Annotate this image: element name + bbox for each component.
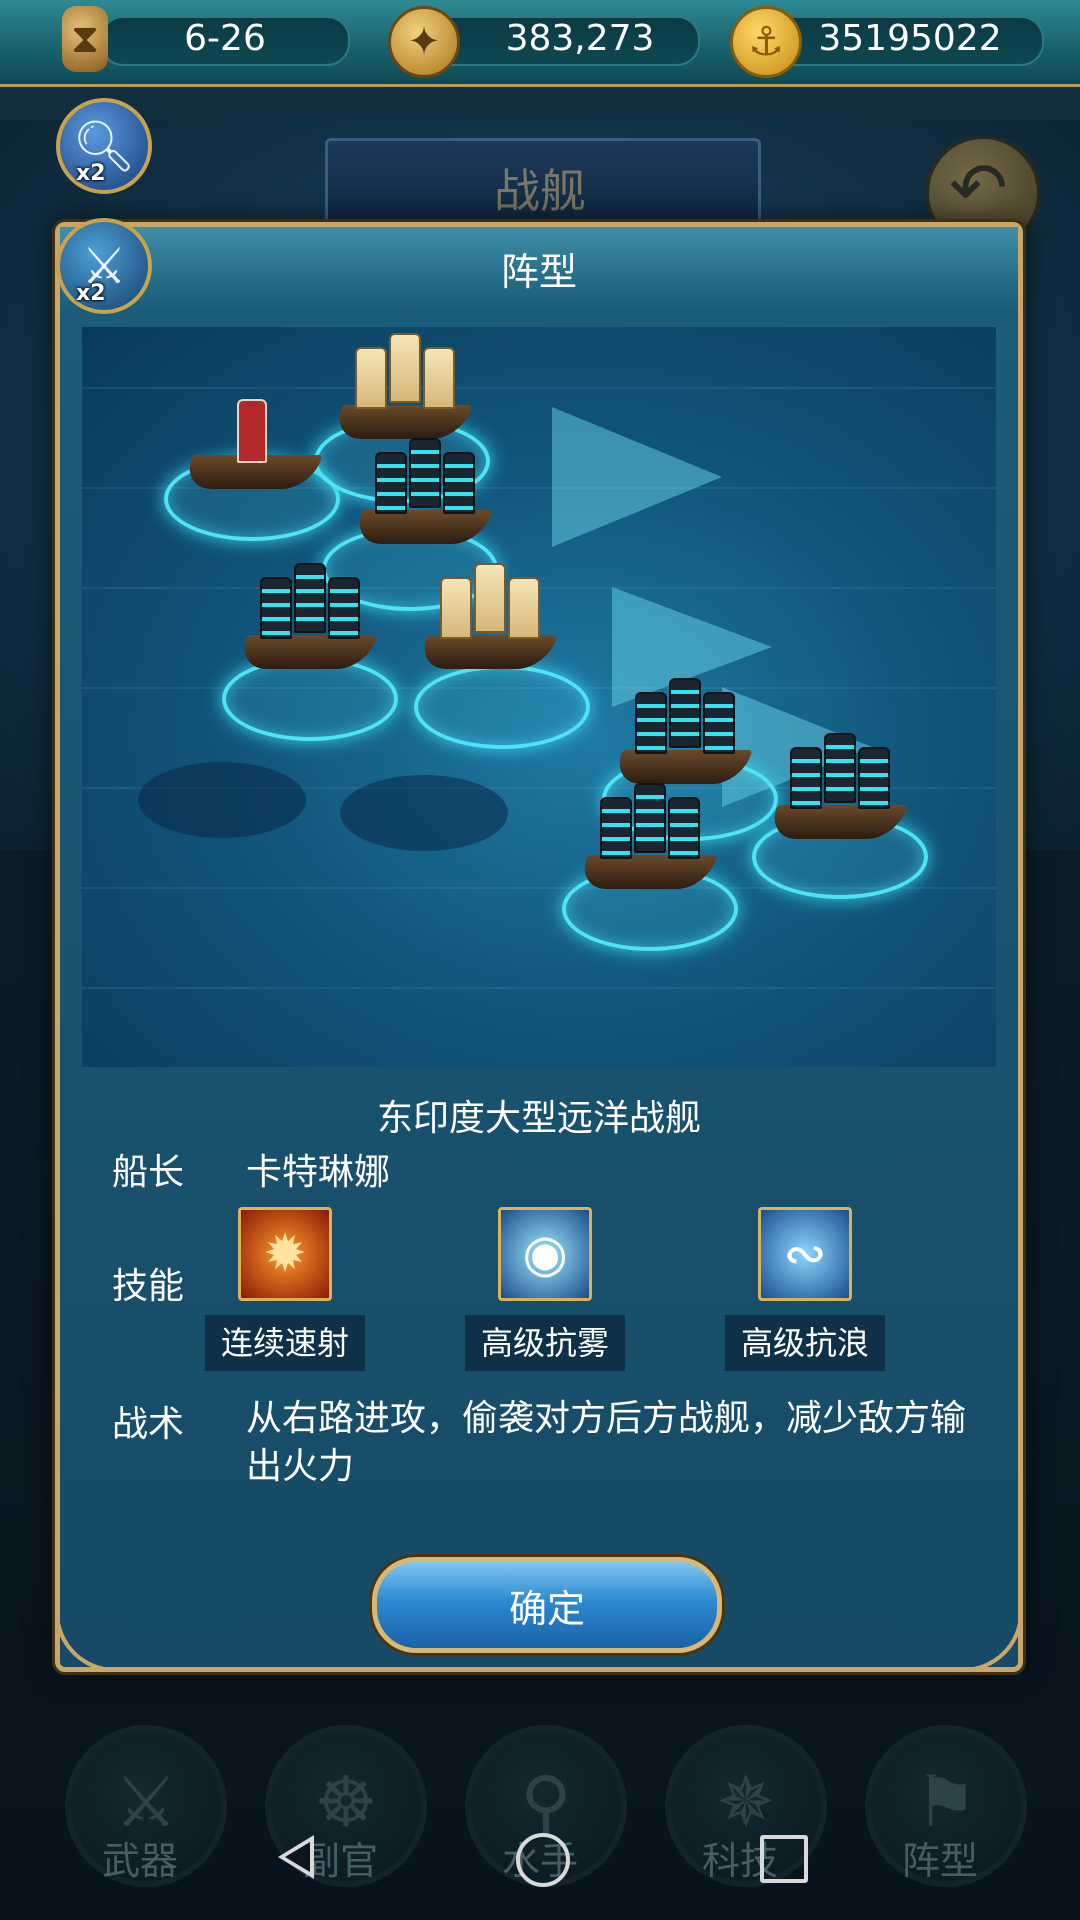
ship-name: 东印度大型远洋战舰 [376, 1098, 701, 1139]
ship-sail [600, 797, 632, 859]
skill-item[interactable]: ✹ 连续速射 [200, 1207, 370, 1371]
direction-arrow-icon [552, 407, 722, 547]
wave-line [82, 987, 996, 989]
junk-ship[interactable] [607, 672, 757, 792]
ship-sail [423, 347, 455, 409]
nav-back-icon[interactable] [278, 1835, 314, 1879]
ship-hull [351, 510, 493, 544]
ship-sail [375, 452, 407, 514]
ship-sail [294, 563, 326, 633]
tactic-description: 从右路进攻，偷袭对方后方战舰，减少敌方输出火力 [246, 1398, 967, 1487]
battle-boost-button[interactable]: ⚔ x2 [56, 218, 152, 314]
ship-sail [508, 577, 540, 639]
ship-sail [237, 399, 267, 463]
ship-hull [236, 635, 378, 669]
gold-value: 383,273 [505, 18, 655, 59]
ship-sail [389, 333, 421, 403]
ship-sail [703, 692, 735, 754]
formation-slot[interactable] [414, 665, 590, 749]
ship-sail [440, 577, 472, 639]
captain-label: 船长 [112, 1152, 185, 1193]
galleon-ship[interactable] [327, 327, 477, 447]
dialog-title: 阵型 [500, 250, 577, 294]
ship-sail [669, 678, 701, 748]
ship-sail [409, 438, 441, 508]
nav-recents-icon[interactable] [760, 1835, 808, 1883]
formation-map[interactable] [82, 327, 996, 1067]
tab-label: 阵型 [901, 1839, 978, 1883]
empty-formation-slot[interactable] [340, 775, 508, 851]
hourglass-icon: ⧗ [62, 6, 108, 72]
junk-ship[interactable] [572, 777, 722, 897]
resource-bar: ⧗ 6-26 ✦ 383,273 ⚓ 35195022 [0, 0, 1080, 87]
background-title: 战舰 [494, 164, 586, 218]
ship-sail [790, 747, 822, 809]
junk-ship[interactable] [232, 557, 382, 677]
ship-hull [766, 805, 908, 839]
red-sail-rowboat[interactable] [177, 377, 327, 497]
fire-cannon-icon: ✹ [238, 1207, 332, 1301]
skill-item[interactable]: ∾ 高级抗浪 [720, 1207, 890, 1371]
tactic-label: 战术 [112, 1404, 185, 1445]
fog-shield-icon: ◉ [498, 1207, 592, 1301]
skill-name: 连续速射 [205, 1315, 365, 1371]
formation-dialog: 阵型 东印度大型远洋战舰 船长 卡特琳娜 技能 ✹ 连续速射 ◉ 高级抗雾 ∾ … [55, 222, 1023, 1672]
ship-sail [634, 783, 666, 853]
galleon-ship-selected[interactable] [412, 557, 562, 677]
ship-sail [260, 577, 292, 639]
ship-hull [416, 635, 558, 669]
ship-sail [824, 733, 856, 803]
tab-label: 武器 [101, 1839, 178, 1883]
ship-sail [355, 347, 387, 409]
search-boost-button[interactable]: 🔍︎ x2 [56, 98, 152, 194]
skill-name: 高级抗浪 [725, 1315, 885, 1371]
skills-label: 技能 [112, 1266, 185, 1307]
skill-name: 高级抗雾 [465, 1315, 625, 1371]
frame-corner-ornament [929, 1578, 1023, 1672]
dialog-header: 阵型 [60, 227, 1018, 309]
ship-sail [474, 563, 506, 633]
junk-ship[interactable] [762, 727, 912, 847]
captain-name: 卡特琳娜 [246, 1152, 391, 1193]
nav-home-icon[interactable] [516, 1833, 570, 1887]
date-value: 6-26 [184, 18, 266, 59]
junk-ship[interactable] [347, 432, 497, 552]
ship-sail [668, 797, 700, 859]
frame-corner-ornament [55, 1578, 149, 1672]
wave-shield-icon: ∾ [758, 1207, 852, 1301]
skill-item[interactable]: ◉ 高级抗雾 [460, 1207, 630, 1371]
ship-sail [328, 577, 360, 639]
boost-multiplier: x2 [76, 161, 106, 186]
empty-formation-slot[interactable] [138, 762, 306, 838]
boost-multiplier: x2 [76, 281, 106, 306]
anchor-coin-icon: ⚓ [730, 6, 802, 78]
ship-sail [443, 452, 475, 514]
compass-icon: ✦ [388, 6, 460, 78]
ship-hull [576, 855, 718, 889]
ship-sail [635, 692, 667, 754]
confirm-button[interactable]: 确定 [372, 1557, 722, 1653]
ship-sail [858, 747, 890, 809]
coins-value: 35195022 [818, 18, 1002, 59]
